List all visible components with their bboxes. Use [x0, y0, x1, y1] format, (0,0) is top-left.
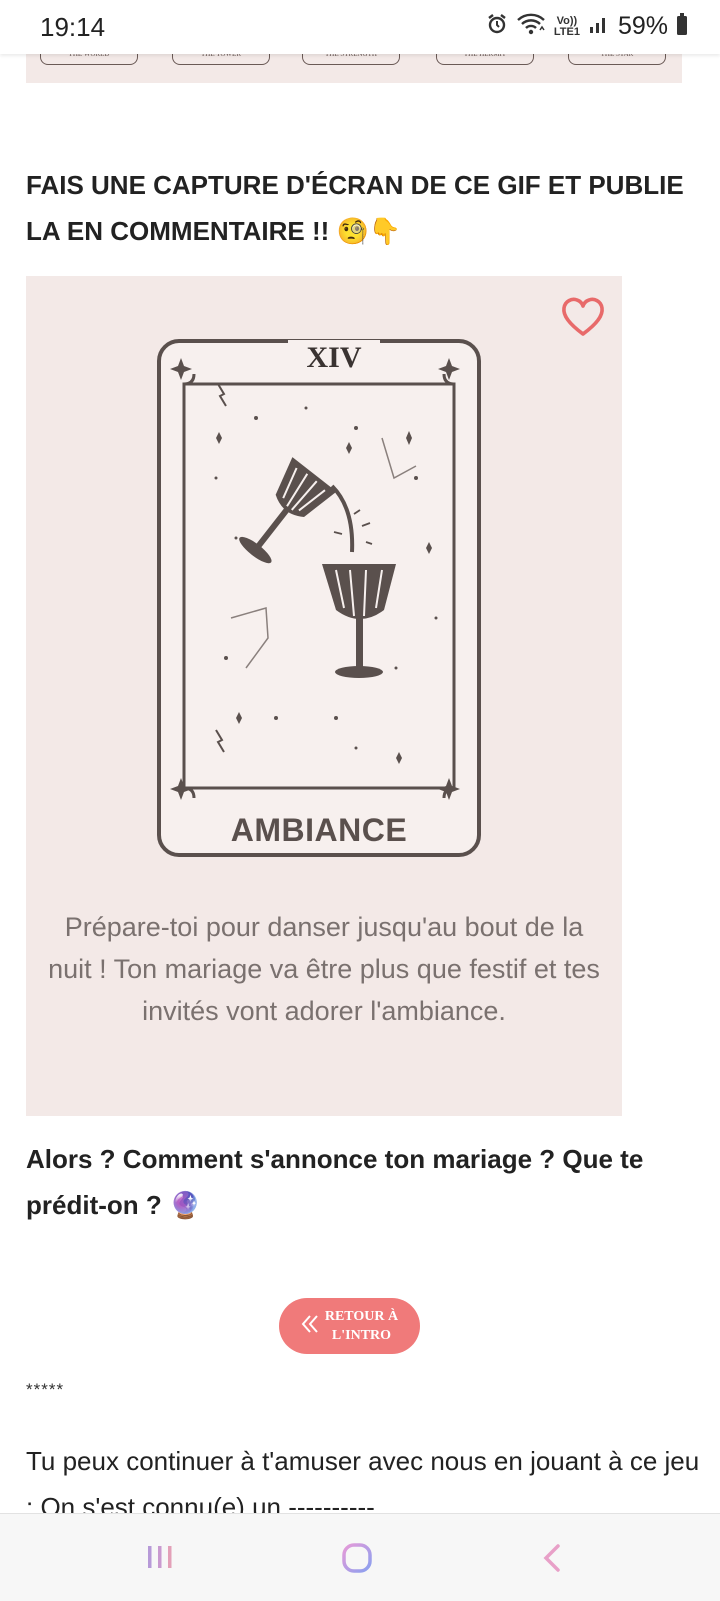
mini-card: THE STRENGTH — [302, 54, 400, 65]
section-title: FAIS UNE CAPTURE D'ÉCRAN DE CE GIF ET PU… — [26, 170, 684, 246]
tarot-card-image: XIV AMBIANCE Prépare-toi pour danser jus… — [26, 276, 622, 1116]
card-description: Prépare-toi pour danser jusqu'au bout de… — [48, 912, 600, 1026]
mini-card: THE STAR — [568, 54, 666, 65]
wifi-icon — [516, 12, 546, 41]
back-icon[interactable] — [540, 1542, 564, 1579]
card-number: XIV — [288, 340, 380, 376]
volte-icon: Vo)) LTE1 — [553, 14, 580, 38]
separator: ***** — [26, 1380, 65, 1399]
mini-card: THE TOWER — [172, 54, 270, 65]
alarm-icon — [486, 13, 508, 40]
heart-icon[interactable] — [560, 296, 606, 343]
card-frame — [157, 339, 481, 857]
question-text: Alors ? Comment s'annonce ton mariage ? … — [26, 1144, 644, 1220]
battery-percent: 59% — [617, 12, 668, 40]
recent-apps-icon[interactable] — [146, 1542, 174, 1577]
home-icon[interactable] — [341, 1542, 373, 1579]
card-name: AMBIANCE — [230, 812, 408, 848]
status-icons: Vo)) LTE1 59% — [486, 12, 688, 41]
previous-tarot-image: THE WORLD THE TOWER THE STRENGTH THE HER… — [26, 54, 682, 83]
back-to-intro-button[interactable]: RETOUR À L'INTRO — [279, 1298, 420, 1354]
battery-icon — [676, 12, 688, 41]
mini-card: THE HERMIT — [436, 54, 534, 65]
navigation-bar — [0, 1513, 720, 1601]
status-time: 19:14 — [40, 12, 106, 42]
signal-icon — [588, 13, 610, 40]
status-bar: 19:14 Vo)) LTE1 59% — [0, 0, 720, 54]
back-to-intro-label: RETOUR À L'INTRO — [324, 1309, 399, 1343]
double-chevron-left-icon — [301, 1314, 319, 1339]
mini-card: THE WORLD — [40, 54, 138, 65]
